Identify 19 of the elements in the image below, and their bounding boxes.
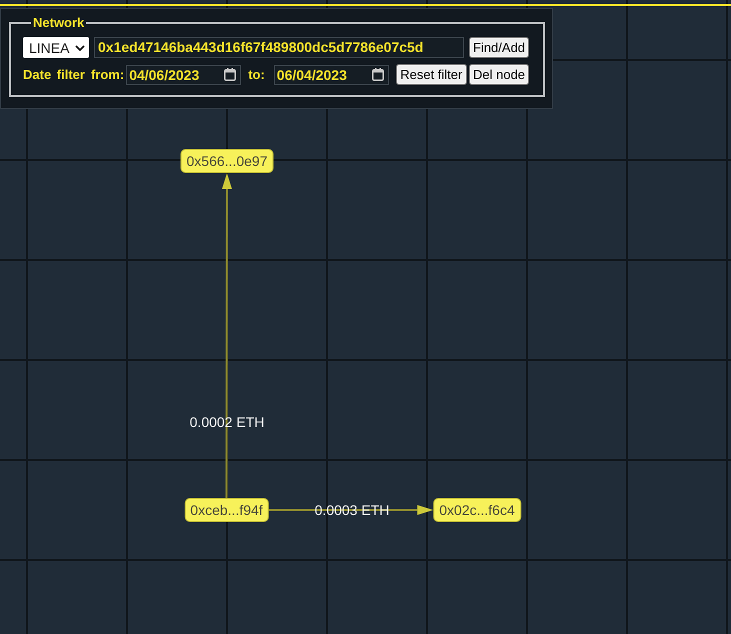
date-filter-label: Date filter xyxy=(23,67,85,82)
chain-select[interactable]: LINEA xyxy=(23,37,89,58)
from-label: from: xyxy=(90,67,124,82)
del-node-button[interactable]: Del node xyxy=(469,64,529,85)
address-node[interactable]: 0x566...0e97 xyxy=(180,149,274,173)
address-node[interactable]: 0xceb...f94f xyxy=(184,498,269,522)
date-from-field[interactable]: 04/06/2023 xyxy=(126,64,242,84)
network-legend: Network xyxy=(31,15,86,30)
amount-label: 0.0002 ETH xyxy=(190,414,264,430)
address-field[interactable]: 0x1ed47146ba443d16f67f489800dc5d7786e07c5d xyxy=(94,37,464,58)
amount-label: 0.0003 ETH xyxy=(314,502,390,518)
to-label: to: xyxy=(248,67,265,82)
reset-filter-button[interactable]: Reset filter xyxy=(396,64,467,85)
date-to-field[interactable]: 06/04/2023 xyxy=(274,64,389,84)
address-node[interactable]: 0x02c...f6c4 xyxy=(433,498,521,522)
find-add-button[interactable]: Find/Add xyxy=(469,37,529,58)
calendar-icon xyxy=(224,68,236,81)
calendar-icon xyxy=(372,68,384,81)
caret-icon xyxy=(75,44,85,50)
